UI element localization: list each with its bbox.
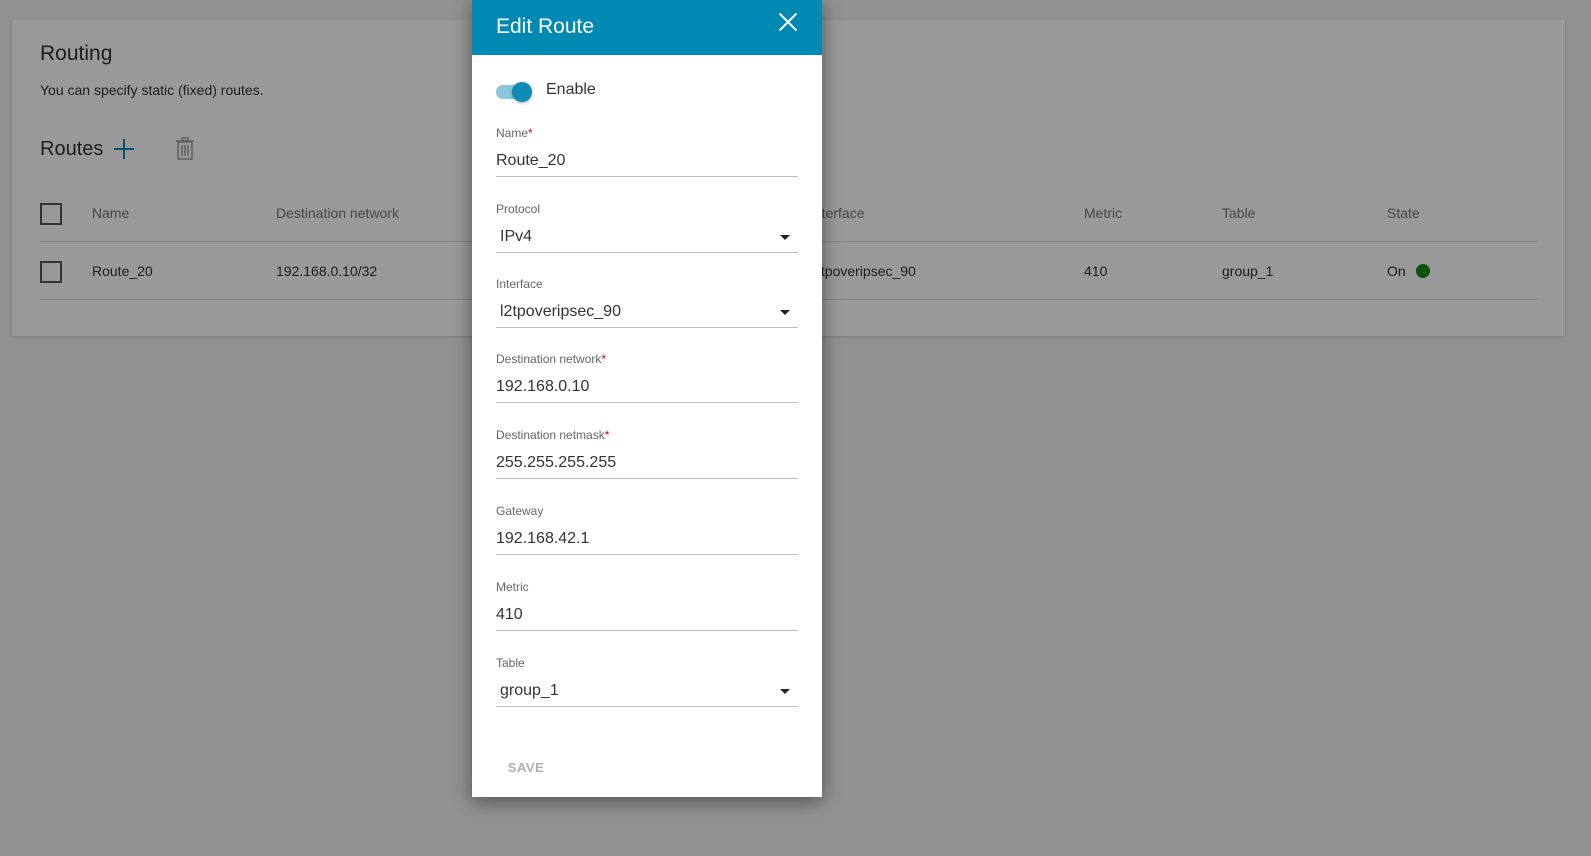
protocol-value: IPv4 [500, 228, 533, 245]
caret-down-icon [780, 235, 790, 240]
interface-value: l2tpoveripsec_90 [500, 303, 621, 320]
destination-network-label-text: Destination network [496, 352, 602, 366]
protocol-label: Protocol [496, 202, 541, 216]
interface-field: Interface l2tpoveripsec_90 [496, 276, 798, 328]
destination-netmask-label-text: Destination netmask [496, 428, 605, 442]
table-value: group_1 [500, 682, 559, 699]
interface-label: Interface [496, 277, 543, 291]
required-marker: * [601, 352, 607, 366]
metric-input[interactable]: 410 [496, 603, 798, 631]
required-marker: * [604, 428, 610, 442]
destination-network-field: Destination network* 192.168.0.10 [496, 351, 798, 403]
destination-netmask-field: Destination netmask* 255.255.255.255 [496, 427, 798, 479]
save-button[interactable]: SAVE [496, 754, 556, 782]
enable-label: Enable [546, 81, 596, 98]
name-field: Name* Route_20 [496, 125, 798, 177]
caret-down-icon [780, 310, 790, 315]
enable-toggle-row: Enable [496, 78, 596, 102]
dialog-title: Edit Route [496, 15, 595, 38]
destination-network-label: Destination network* [496, 351, 798, 367]
table-select[interactable]: group_1 [496, 679, 798, 707]
protocol-field: Protocol IPv4 [496, 201, 798, 253]
name-label: Name* [496, 125, 798, 141]
interface-select[interactable]: l2tpoveripsec_90 [496, 300, 798, 328]
enable-toggle[interactable] [496, 80, 532, 102]
table-field: Table group_1 [496, 655, 798, 707]
name-label-text: Name [496, 126, 529, 140]
destination-network-input[interactable]: 192.168.0.10 [496, 375, 798, 403]
destination-netmask-label: Destination netmask* [496, 427, 798, 443]
table-label: Table [496, 656, 525, 670]
name-input[interactable]: Route_20 [496, 149, 798, 177]
toggle-thumb [512, 82, 532, 102]
protocol-select[interactable]: IPv4 [496, 225, 798, 253]
required-marker: * [528, 126, 533, 140]
metric-label: Metric [496, 580, 529, 594]
gateway-label: Gateway [496, 504, 544, 518]
gateway-input[interactable]: 192.168.42.1 [496, 527, 798, 555]
destination-netmask-input[interactable]: 255.255.255.255 [496, 451, 798, 479]
gateway-field: Gateway 192.168.42.1 [496, 503, 798, 555]
dialog-header: Edit Route [472, 0, 822, 55]
edit-route-dialog: Edit Route Enable Name* Route_20 Protoco… [472, 0, 822, 797]
caret-down-icon [780, 689, 790, 694]
close-icon[interactable] [778, 12, 798, 32]
metric-field: Metric 410 [496, 579, 798, 631]
